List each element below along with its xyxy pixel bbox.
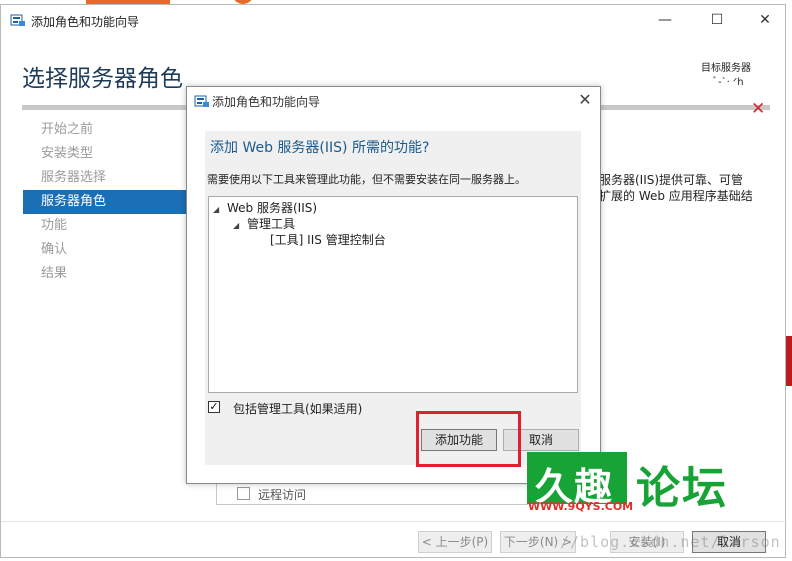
tree-item-label: [工具] IIS 管理控制台 [270, 233, 386, 247]
role-item-remote-access[interactable]: 远程访问 [237, 486, 306, 503]
previous-button[interactable]: < 上一步(P) [418, 531, 492, 553]
minimize-button[interactable]: — [651, 9, 679, 31]
logo-forum-text: 论坛 [636, 463, 728, 514]
tree-item-management-tools[interactable]: ◢ 管理工具 [233, 215, 295, 232]
nav-item-installation-type[interactable]: 安装类型 [23, 142, 189, 166]
collapse-triangle-icon[interactable]: ◢ [233, 221, 247, 230]
role-description-line-2: 扩展的 Web 应用程序基础结 [599, 189, 753, 203]
tree-item-label: 管理工具 [247, 217, 296, 231]
nav-item-server-selection[interactable]: 服务器选择 [23, 166, 189, 190]
watermark-url: //blog.csdn.net/larson [560, 533, 781, 551]
required-features-tree[interactable]: ◢ Web 服务器(IIS) ◢ 管理工具 [工具] IIS 管理控制台 [208, 196, 578, 393]
dialog-description: 需要使用以下工具来管理此功能，但不需要安装在同一服务器上。 [207, 173, 526, 186]
close-button[interactable]: ✕ [751, 9, 779, 31]
logo-url-text: WWW.9QYS.COM [528, 500, 634, 513]
server-manager-icon [194, 94, 210, 111]
error-x-icon[interactable]: ✕ [751, 99, 765, 119]
tree-item-web-server[interactable]: ◢ Web 服务器(IIS) [213, 199, 317, 216]
highlight-annotation [416, 411, 521, 467]
nav-item-features[interactable]: 功能 [23, 214, 189, 238]
background-red-bar [786, 336, 792, 386]
role-checkbox[interactable] [237, 487, 250, 500]
maximize-button[interactable]: ☐ [703, 9, 731, 31]
server-manager-icon [10, 13, 26, 30]
dialog-close-button[interactable]: ✕ [575, 90, 595, 109]
collapse-triangle-icon[interactable]: ◢ [213, 205, 227, 214]
role-item-remote-access-label: 远程访问 [258, 488, 307, 502]
include-tools-label: 包括管理工具(如果适用) [233, 402, 363, 416]
window-title: 添加角色和功能向导 [31, 15, 140, 29]
dialog-heading: 添加 Web 服务器(IIS) 所需的功能? [210, 140, 430, 156]
tree-item-iis-console[interactable]: [工具] IIS 管理控制台 [270, 231, 386, 248]
nav-item-confirmation[interactable]: 确认 [23, 238, 189, 262]
add-features-dialog: 添加角色和功能向导 ✕ 添加 Web 服务器(IIS) 所需的功能? 需要使用以… [186, 86, 601, 484]
nav-item-results[interactable]: 结果 [23, 262, 189, 286]
role-description: 服务器(IIS)提供可靠、可管 扩展的 Web 应用程序基础结 [599, 172, 769, 204]
target-server-label: 目标服务器 [701, 63, 751, 74]
role-description-line-1: 服务器(IIS)提供可靠、可管 [599, 173, 744, 187]
footer-divider [1, 521, 787, 522]
dialog-title: 添加角色和功能向导 [212, 95, 321, 109]
wizard-nav: 开始之前 安装类型 服务器选择 服务器角色 功能 确认 结果 [23, 118, 189, 286]
include-tools-checkbox[interactable]: ✓ [208, 401, 220, 413]
nav-item-server-roles[interactable]: 服务器角色 [23, 190, 189, 214]
nav-item-before-you-begin[interactable]: 开始之前 [23, 118, 189, 142]
window-titlebar: 添加角色和功能向导 — ☐ ✕ [1, 5, 785, 35]
target-server-name: ﾞ‐ˋ‧ ᐟh [713, 77, 744, 88]
forum-logo: 久趣 WWW.9QYS.COM [527, 452, 633, 518]
dialog-body: 添加 Web 服务器(IIS) 所需的功能? 需要使用以下工具来管理此功能，但不… [205, 131, 581, 467]
tree-item-label: Web 服务器(IIS) [227, 201, 318, 215]
page-title: 选择服务器角色 [22, 66, 183, 92]
